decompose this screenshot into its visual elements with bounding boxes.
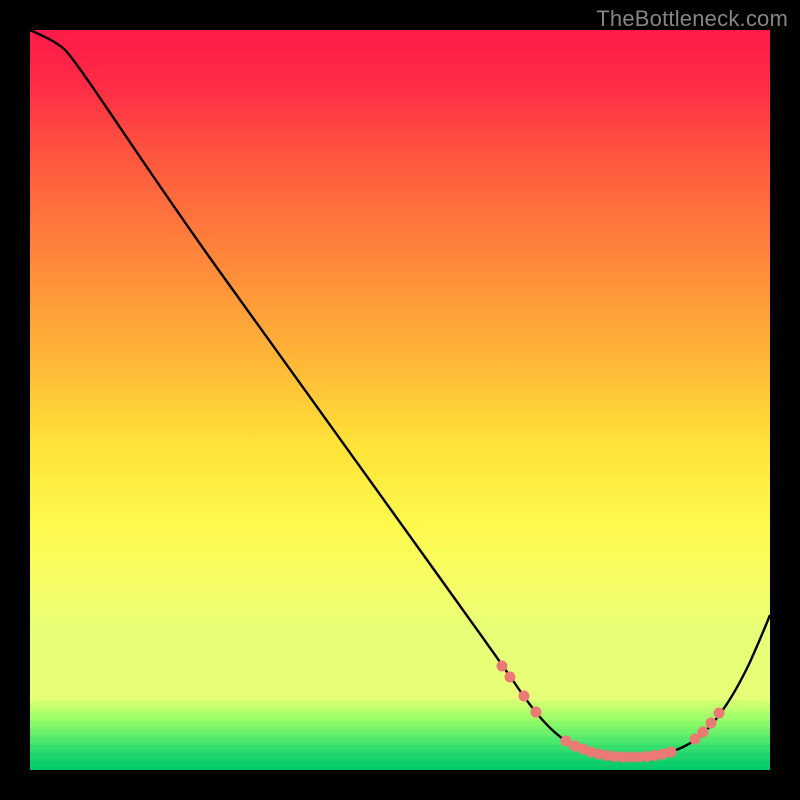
background-gradient [30, 30, 770, 770]
chart-frame: TheBottleneck.com [0, 0, 800, 800]
plot-area [30, 30, 770, 770]
watermark-text: TheBottleneck.com [596, 6, 788, 32]
